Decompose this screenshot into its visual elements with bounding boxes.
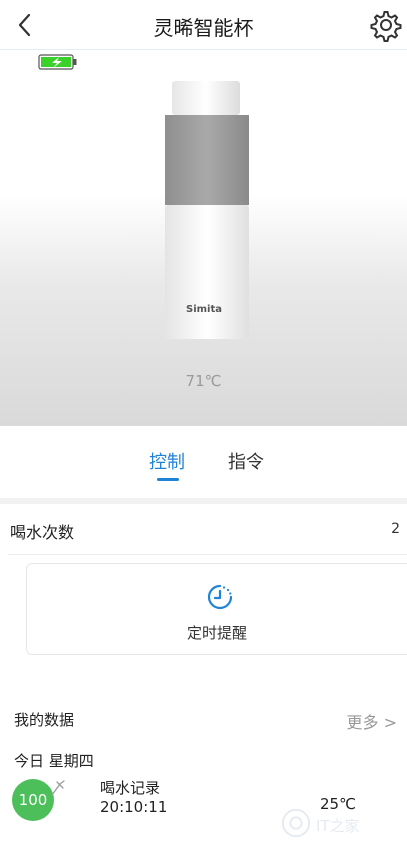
- tab-command[interactable]: 指令: [228, 448, 264, 474]
- smart-cup-image: [165, 81, 249, 339]
- watermark-text: IT之家: [316, 817, 360, 835]
- device-hero: Simita 71℃: [0, 51, 407, 426]
- divider: [8, 554, 407, 555]
- today-date: 今日 星期四: [14, 752, 94, 770]
- cup-temperature: 71℃: [185, 372, 222, 390]
- drink-count-value: 2: [391, 521, 400, 537]
- watermark: IT之家: [280, 805, 400, 845]
- timer-reminder-card[interactable]: 定时提醒: [26, 563, 407, 655]
- clock-icon: [207, 584, 233, 610]
- battery-charging-icon: [38, 54, 77, 70]
- tab-control[interactable]: 控制: [149, 448, 185, 474]
- tab-active-indicator: [157, 478, 179, 481]
- cup-brand-label: Simita: [186, 304, 223, 315]
- header-bar: 灵晞智能杯: [0, 0, 407, 50]
- tab-bar: 控制 指令: [0, 426, 407, 498]
- watermark-logo-icon: [281, 808, 311, 838]
- page-title: 灵晞智能杯: [153, 16, 254, 40]
- straw-icon: [51, 780, 65, 796]
- gear-icon[interactable]: [369, 8, 403, 42]
- timer-reminder-label: 定时提醒: [187, 624, 248, 642]
- drink-count-label: 喝水次数: [10, 523, 75, 542]
- drink-record-label: 喝水记录: [100, 779, 161, 797]
- drink-count-row: 喝水次数 2: [0, 504, 407, 554]
- drink-record-time: 20:10:11: [100, 798, 168, 816]
- my-data-title: 我的数据: [14, 711, 75, 729]
- more-link[interactable]: 更多 >: [347, 709, 398, 733]
